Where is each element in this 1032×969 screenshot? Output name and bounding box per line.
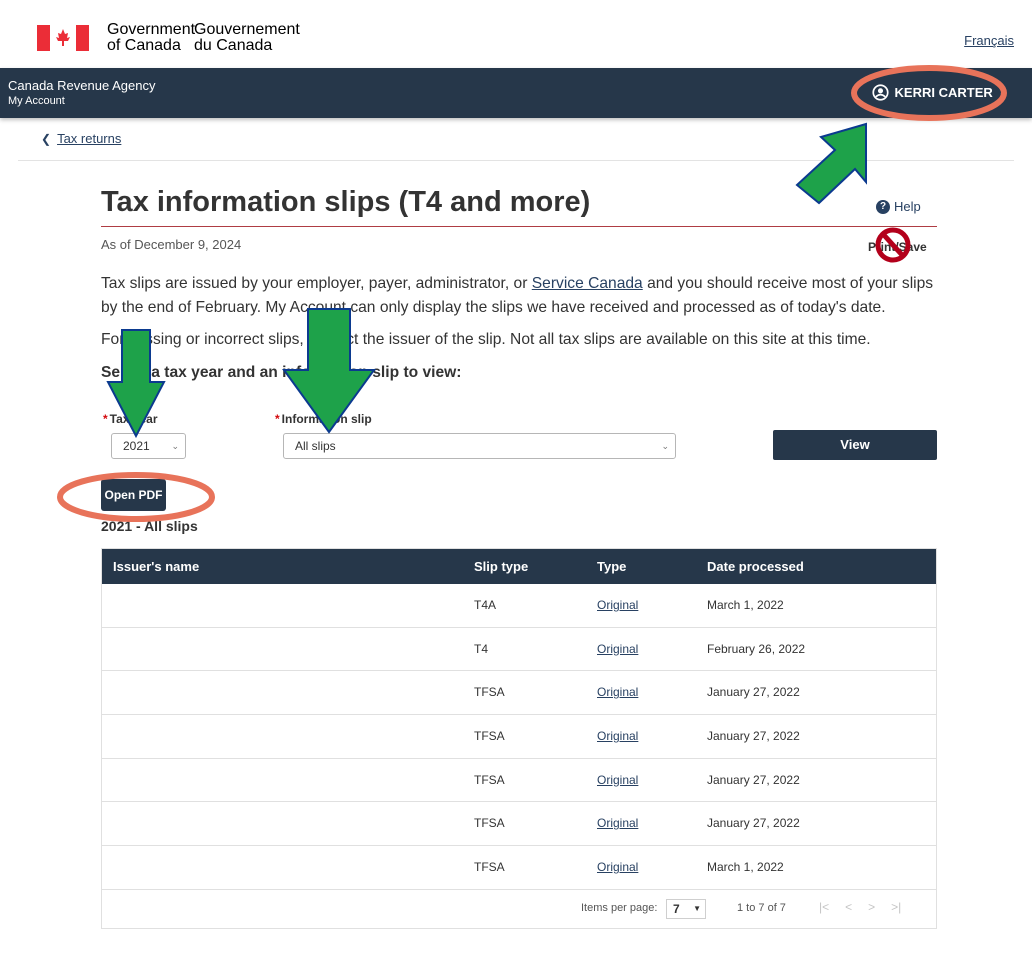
cell-slip-type: TFSA: [474, 685, 505, 700]
page-range: 1 to 7 of 7: [737, 901, 786, 914]
header-date-processed[interactable]: Date processed: [707, 549, 804, 584]
pager-controls: |< < > >|: [819, 900, 917, 914]
cell-type-link[interactable]: Original: [597, 685, 638, 699]
chevron-down-icon: ⌄: [661, 441, 669, 451]
table-row: TFSA Original March 1, 2022: [102, 846, 936, 890]
header-type[interactable]: Type: [597, 549, 626, 584]
cell-slip-type: TFSA: [474, 729, 505, 744]
next-page-icon[interactable]: >: [868, 900, 875, 914]
user-name: KERRI CARTER: [894, 85, 993, 100]
cell-type-link[interactable]: Original: [597, 729, 638, 743]
breadcrumb-tax-returns-link[interactable]: Tax returns: [57, 131, 121, 146]
information-slip-select[interactable]: All slips ⌄: [283, 433, 676, 459]
cell-date: January 27, 2022: [707, 729, 800, 744]
cell-slip-type: TFSA: [474, 816, 505, 831]
user-circle-icon: [871, 84, 889, 101]
annotation-arrow-user: [795, 122, 867, 205]
last-page-icon[interactable]: >|: [891, 900, 901, 914]
cell-date: January 27, 2022: [707, 772, 800, 787]
table-row: T4 Original February 26, 2022: [102, 628, 936, 672]
cell-slip-type: T4: [474, 641, 489, 656]
help-icon: ?: [876, 199, 890, 214]
information-slip-label: * Information slip: [275, 412, 372, 426]
page-title: Tax information slips (T4 and more): [101, 186, 591, 218]
view-button[interactable]: View: [773, 430, 937, 460]
items-per-page-label: Items per page:: [581, 901, 658, 914]
cell-date: January 27, 2022: [707, 685, 800, 700]
chevron-down-icon: ⌄: [171, 441, 179, 451]
gov-wordmark-en: Government of Canada: [107, 21, 196, 54]
table-row: TFSA Original January 27, 2022: [102, 759, 936, 803]
cell-slip-type: TFSA: [474, 860, 505, 875]
table-caption: 2021 - All slips: [101, 518, 198, 534]
breadcrumb-divider: [18, 160, 1014, 161]
cell-slip-type: T4A: [474, 598, 497, 612]
title-underline: [101, 226, 937, 227]
agency-name: Canada Revenue Agency: [8, 78, 156, 93]
table-header: Issuer's name Slip type Type Date proces…: [102, 549, 936, 584]
help-link[interactable]: ? Help: [876, 199, 921, 214]
header-issuer[interactable]: Issuer's name: [113, 549, 199, 584]
intro-paragraph: Tax slips are issued by your employer, p…: [101, 275, 934, 316]
first-page-icon[interactable]: |<: [819, 900, 829, 914]
as-of-date: As of December 9, 2024: [101, 237, 242, 252]
canada-flag-icon: [37, 25, 89, 51]
items-per-page-select[interactable]: 7 ▼: [666, 898, 706, 919]
print-save-link[interactable]: Print/Save: [868, 240, 927, 254]
slips-table: Issuer's name Slip type Type Date proces…: [101, 548, 937, 929]
cell-type-link[interactable]: Original: [597, 598, 638, 612]
tax-year-label: * Tax year: [103, 412, 158, 426]
chevron-left-icon: ❮: [41, 132, 52, 146]
cell-date: March 1, 2022: [707, 598, 784, 612]
select-heading: Select a tax year and an information sli…: [101, 364, 462, 381]
app-name: My Account: [8, 95, 65, 107]
table-row: TFSA Original January 27, 2022: [102, 715, 936, 759]
language-toggle-link[interactable]: Français: [964, 33, 1014, 48]
missing-slips-paragraph: For missing or incorrect slips, contact …: [101, 331, 871, 348]
tax-year-select[interactable]: 2021 ⌄: [111, 433, 186, 459]
chevron-down-icon: ⌄: [998, 87, 1008, 99]
app-bar: Canada Revenue Agency My Account KERRI C…: [0, 68, 1032, 118]
open-pdf-button[interactable]: Open PDF: [101, 479, 166, 511]
table-row: T4A Original March 1, 2022: [102, 584, 936, 628]
cell-type-link[interactable]: Original: [597, 860, 638, 874]
cell-type-link[interactable]: Original: [597, 642, 638, 656]
table-row: TFSA Original January 27, 2022: [102, 802, 936, 847]
table-row: TFSA Original January 27, 2022: [102, 671, 936, 716]
help-label: Help: [894, 199, 921, 214]
service-canada-link[interactable]: Service Canada: [532, 275, 643, 292]
header-slip-type[interactable]: Slip type: [474, 549, 528, 584]
cell-type-link[interactable]: Original: [597, 773, 638, 787]
government-header: Government of Canada Gouvernement du Canad…: [0, 0, 1032, 68]
cell-date: February 26, 2022: [707, 641, 806, 656]
cell-type-link[interactable]: Original: [597, 816, 638, 830]
cell-date: March 1, 2022: [707, 860, 784, 875]
table-pagination: Items per page: 7 ▼ 1 to 7 of 7 |< < > >|: [102, 890, 936, 928]
caret-down-icon: ▼: [693, 903, 701, 913]
cell-date: January 27, 2022: [707, 816, 800, 831]
cell-slip-type: TFSA: [474, 772, 505, 787]
prev-page-icon[interactable]: <: [845, 900, 852, 914]
breadcrumb: ❮ Tax returns: [41, 131, 121, 146]
gov-wordmark-fr: Gouvernement du Canada: [194, 21, 300, 54]
user-menu-button[interactable]: KERRI CARTER ⌄: [871, 84, 1008, 101]
